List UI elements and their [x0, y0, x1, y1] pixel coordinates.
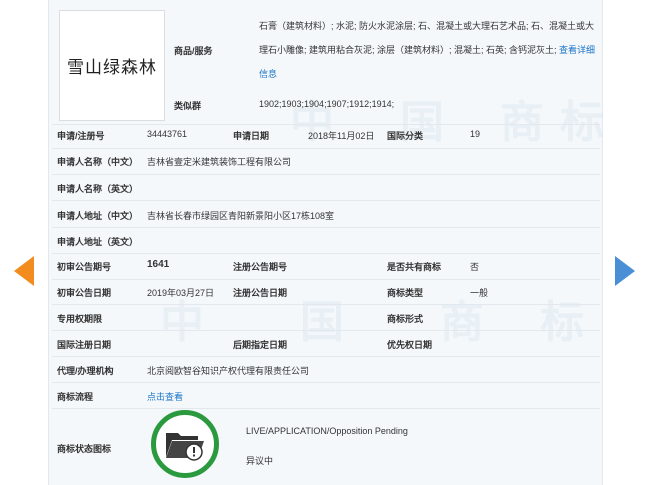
status-cn-text: 异议中	[246, 456, 274, 466]
agent-value: 北京阅欧智谷知识产权代理有限责任公司	[147, 366, 310, 376]
goods-list: 石膏（建筑材料）; 水泥; 防火水泥涂层; 石、混凝土或大理石艺术品; 石、混凝…	[259, 14, 599, 86]
mark-form-label: 商标形式	[387, 314, 424, 324]
applicant-cn-label: 申请人名称（中文）	[57, 157, 139, 167]
similar-group-value: 1902;1903;1904;1907;1912;1914;	[259, 99, 395, 109]
watermark: 标	[540, 298, 584, 347]
agent-label: 代理/办理机构	[57, 366, 114, 376]
mark-type-label: 商标类型	[387, 288, 424, 298]
trademark-image: 雪山绿森林	[59, 10, 165, 121]
status-en-text: LIVE/APPLICATION/Opposition Pending	[246, 426, 408, 436]
intl-reg-date-label: 国际注册日期	[57, 340, 112, 350]
mark-type-value: 一般	[470, 288, 489, 298]
prelim-date-label: 初审公告日期	[57, 288, 112, 298]
exclusive-label: 专用权期限	[57, 314, 103, 324]
apply-date-value: 2018年11月02日	[308, 131, 375, 141]
divider	[52, 330, 600, 331]
divider	[52, 279, 600, 280]
process-link[interactable]: 点击查看	[147, 390, 183, 403]
divider	[52, 382, 600, 383]
prelim-issue-label: 初审公告期号	[57, 262, 112, 272]
address-cn-label: 申请人地址（中文）	[57, 211, 139, 221]
shared-value: 否	[470, 262, 480, 272]
divider	[52, 227, 600, 228]
divider	[52, 356, 600, 357]
reg-no-value: 34443761	[147, 129, 188, 139]
shared-label: 是否共有商标	[387, 262, 442, 272]
arrow-left-icon[interactable]	[14, 256, 34, 286]
arrow-right-icon[interactable]	[615, 256, 635, 286]
later-date-label: 后期指定日期	[233, 340, 288, 350]
folder-warning-icon	[166, 433, 204, 461]
applicant-cn-value: 吉林省壹定米建筑装饰工程有限公司	[147, 157, 292, 167]
goods-text: 石膏（建筑材料）; 水泥; 防火水泥涂层; 石、混凝土或大理石艺术品; 石、混凝…	[259, 21, 595, 55]
watermark: 标	[560, 98, 604, 147]
prelim-date-value: 2019年03月27日	[147, 288, 215, 298]
address-cn-value: 吉林省长春市绿园区青阳新景阳小区17栋108室	[147, 211, 335, 221]
divider	[52, 148, 600, 149]
intl-class-label: 国际分类	[387, 131, 424, 141]
apply-date-label: 申请日期	[233, 131, 270, 141]
divider	[52, 304, 600, 305]
reg-date-label: 注册公告日期	[233, 288, 288, 298]
trademark-logo-text: 雪山绿森林	[67, 58, 157, 78]
applicant-en-label: 申请人名称（英文）	[57, 184, 139, 194]
divider	[52, 124, 600, 125]
divider	[52, 253, 600, 254]
similar-group-label: 类似群	[174, 101, 202, 111]
divider	[52, 174, 600, 175]
process-label: 商标流程	[57, 392, 94, 402]
reg-no-label: 申请/注册号	[57, 131, 105, 141]
reg-issue-label: 注册公告期号	[233, 262, 288, 272]
address-en-label: 申请人地址（英文）	[57, 237, 139, 247]
status-icon-label: 商标状态图标	[57, 444, 112, 454]
prelim-issue-value: 1641	[147, 259, 170, 270]
watermark: 商	[500, 98, 544, 147]
divider	[52, 200, 600, 201]
priority-date-label: 优先权日期	[387, 340, 433, 350]
status-badge	[151, 410, 219, 478]
intl-class-value: 19	[470, 129, 481, 139]
watermark: 国	[300, 298, 344, 347]
divider	[52, 408, 600, 409]
goods-label: 商品/服务	[174, 46, 213, 56]
